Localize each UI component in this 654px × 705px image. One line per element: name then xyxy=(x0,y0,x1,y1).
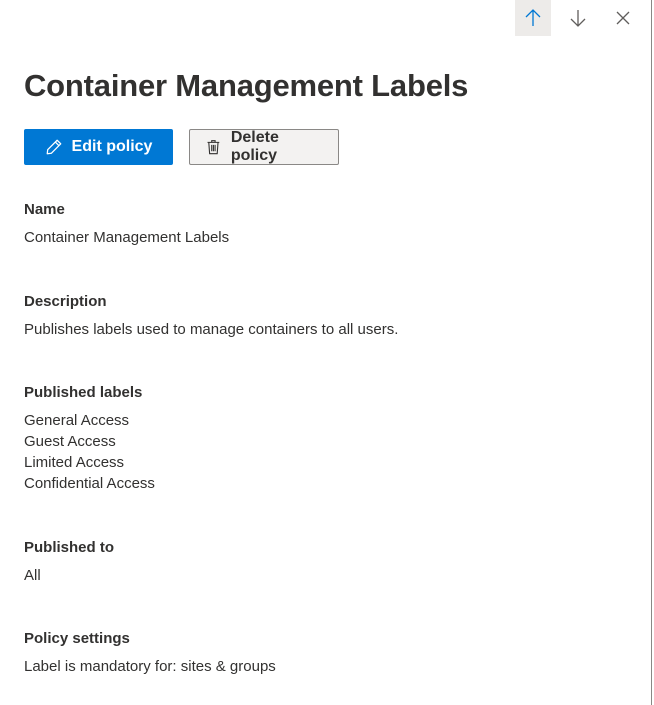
arrow-up-icon xyxy=(525,9,541,26)
published-label-item: Confidential Access xyxy=(24,475,155,492)
published-to-label: Published to xyxy=(24,539,114,556)
name-label: Name xyxy=(24,201,65,218)
published-to-section: Published to All xyxy=(24,538,114,586)
policy-details-panel: Container Management Labels Edit policy … xyxy=(0,0,652,705)
pencil-icon xyxy=(46,139,61,155)
published-label-item: Guest Access xyxy=(24,433,116,450)
delete-policy-label: Delete policy xyxy=(230,129,279,164)
policy-settings-value: Label is mandatory for: sites & groups xyxy=(24,658,276,675)
name-value: Container Management Labels xyxy=(24,229,230,246)
published-to-value: All xyxy=(24,567,41,584)
policy-settings-label: Policy settings xyxy=(24,630,130,647)
panel-nav-bar xyxy=(515,0,641,36)
previous-item-button[interactable] xyxy=(515,0,551,36)
trash-icon xyxy=(207,140,220,155)
next-item-button[interactable] xyxy=(560,0,596,36)
description-section: Description Publishes labels used to man… xyxy=(24,292,398,340)
close-button[interactable] xyxy=(605,0,641,36)
delete-policy-button[interactable]: Delete policy xyxy=(189,129,339,165)
edit-policy-label: Edit policy xyxy=(71,138,153,155)
published-label-item: Limited Access xyxy=(24,454,125,471)
published-labels-section: Published labels General Access Guest Ac… xyxy=(24,383,155,494)
published-label-item: General Access xyxy=(24,412,130,429)
edit-policy-button[interactable]: Edit policy xyxy=(24,129,173,165)
close-icon xyxy=(616,11,630,25)
policy-settings-section: Policy settings Label is mandatory for: … xyxy=(24,629,276,677)
arrow-down-icon xyxy=(570,10,586,27)
page-title: Container Management Labels xyxy=(24,68,469,103)
name-section: Name Container Management Labels xyxy=(24,200,229,248)
published-labels-label: Published labels xyxy=(24,384,143,401)
action-bar: Edit policy Delete policy xyxy=(24,129,339,165)
description-value: Publishes labels used to manage containe… xyxy=(24,321,399,338)
description-label: Description xyxy=(24,293,107,310)
